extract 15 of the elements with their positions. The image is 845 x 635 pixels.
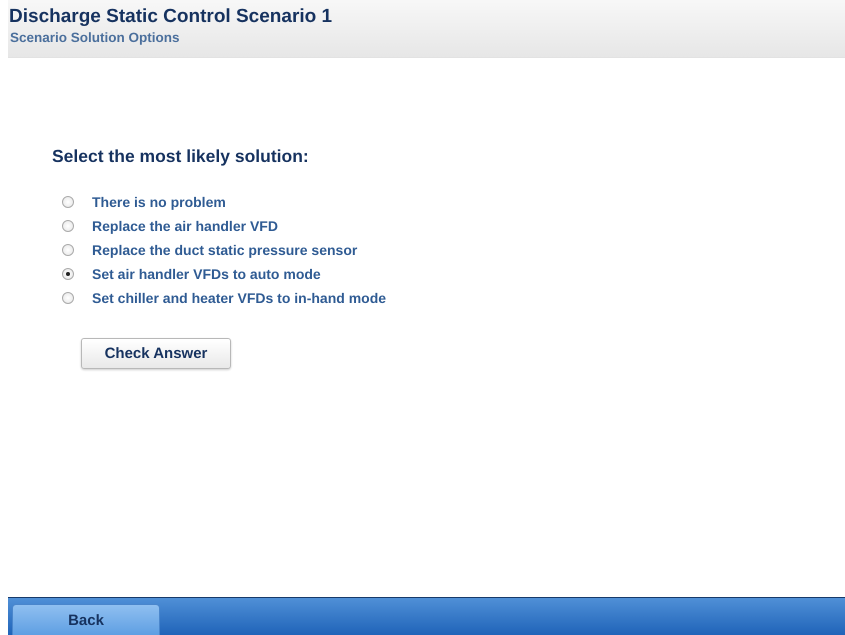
check-answer-button[interactable]: Check Answer <box>81 338 231 369</box>
radio-button[interactable] <box>62 244 74 256</box>
radio-button[interactable] <box>62 268 74 280</box>
option-label[interactable]: There is no problem <box>92 194 226 210</box>
question-text: Select the most likely solution: <box>52 146 309 167</box>
option-label[interactable]: Set chiller and heater VFDs to in-hand mode <box>92 290 386 306</box>
page-title: Discharge Static Control Scenario 1 <box>9 5 332 29</box>
back-button[interactable]: Back <box>12 604 160 635</box>
radio-button[interactable] <box>62 220 74 232</box>
radio-button[interactable] <box>62 292 74 304</box>
option-label[interactable]: Replace the duct static pressure sensor <box>92 242 358 258</box>
option-label[interactable]: Replace the air handler VFD <box>92 218 278 234</box>
radio-button[interactable] <box>62 196 74 208</box>
option-label[interactable]: Set air handler VFDs to auto mode <box>92 266 321 282</box>
page-subtitle: Scenario Solution Options <box>10 30 180 45</box>
